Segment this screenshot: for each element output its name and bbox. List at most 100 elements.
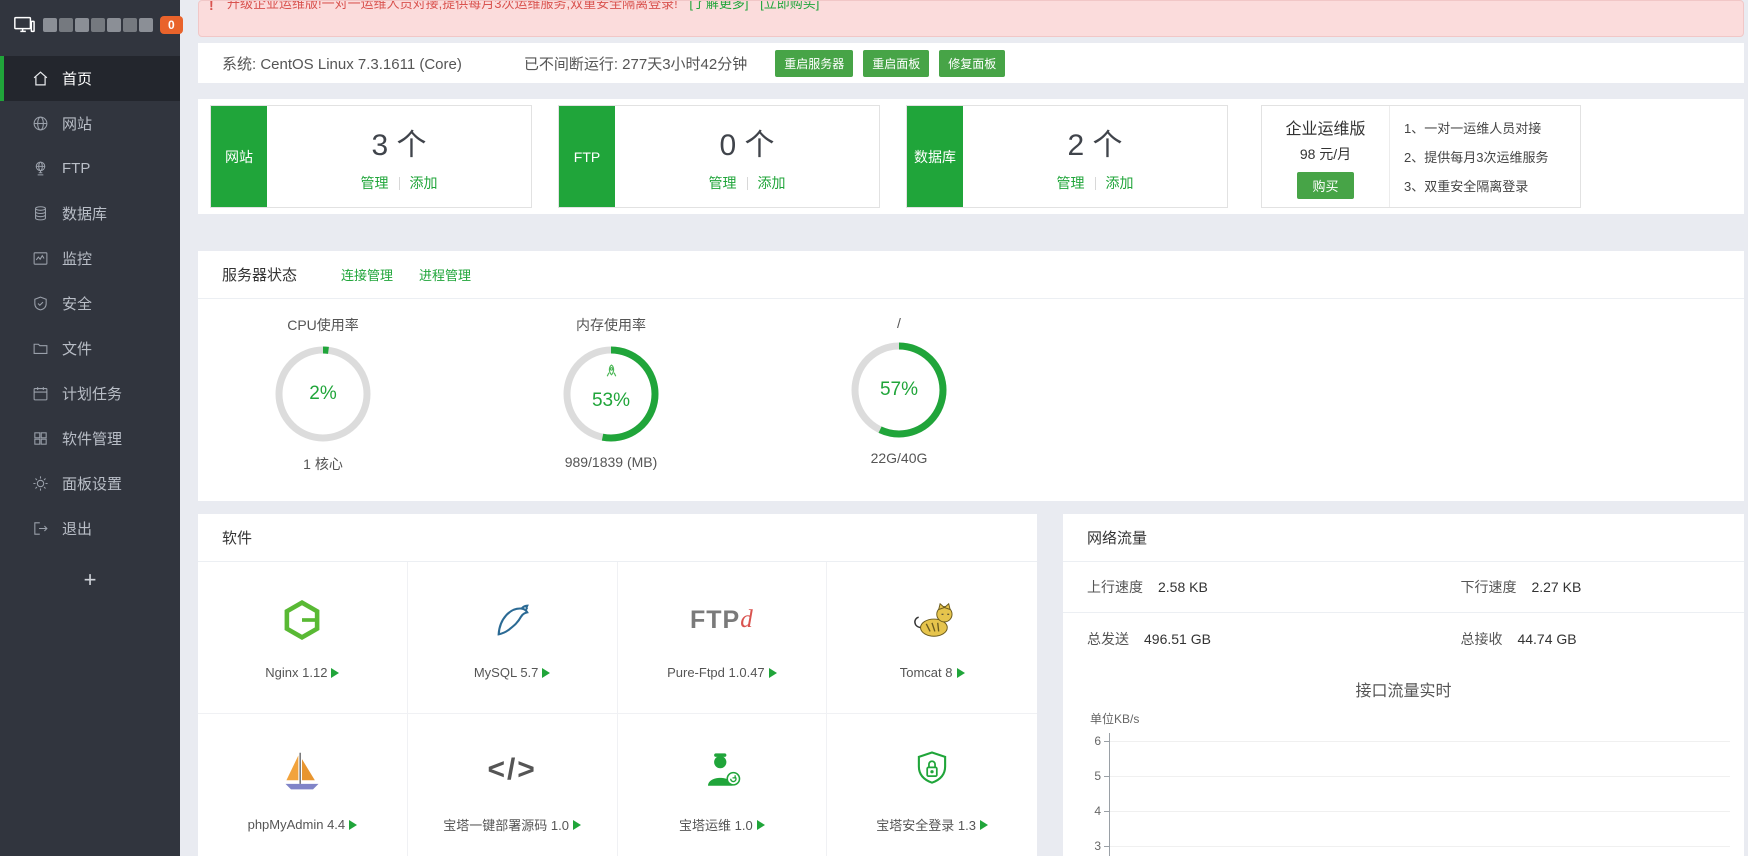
sidebar-item-logout[interactable]: 退出 (0, 506, 180, 551)
run-indicator-icon (542, 668, 550, 678)
sidebar-item-home[interactable]: 首页 (0, 56, 180, 101)
run-indicator-icon (349, 820, 357, 830)
promo-feature-2: 2、提供每月3次运维服务 (1404, 147, 1580, 166)
promo-price: 98 元/月 (1300, 144, 1351, 164)
sidebar-item-security[interactable]: 安全 (0, 281, 180, 326)
ops-person-icon (701, 745, 743, 795)
alert-learn-more-link[interactable]: [了解更多] (689, 0, 748, 11)
disk-usage-text: 22G/40G (871, 450, 928, 466)
sidebar-item-label: 数据库 (62, 203, 107, 224)
secure-login-icon (911, 745, 953, 795)
y-tick-3: 3 (1083, 839, 1101, 853)
sidebar-item-cron[interactable]: 计划任务 (0, 371, 180, 416)
software-item-phpmyadmin[interactable]: phpMyAdmin 4.4 (198, 714, 408, 856)
sites-add-link[interactable]: 添加 (410, 173, 438, 193)
software-item-name: MySQL 5.7 (474, 665, 539, 680)
pure-ftpd-icon: FTPd (690, 595, 754, 645)
total-received-label: 总接收 (1460, 629, 1502, 649)
restart-panel-button[interactable]: 重启面板 (863, 50, 929, 77)
buy-button[interactable]: 购买 (1297, 172, 1353, 199)
disk-percent-value: 57% (847, 338, 951, 442)
sidebar-item-database[interactable]: 数据库 (0, 191, 180, 236)
sidebar-item-label: 安全 (62, 293, 92, 314)
message-count-badge[interactable]: 0 (160, 16, 183, 34)
software-item-name: Nginx 1.12 (265, 665, 327, 680)
ftp-count: 0 个 (719, 120, 774, 164)
download-speed-value: 2.27 KB (1531, 579, 1581, 595)
total-sent-value: 496.51 GB (1144, 631, 1211, 647)
sidebar-item-sites[interactable]: 网站 (0, 101, 180, 146)
sidebar-item-appstore[interactable]: 软件管理 (0, 416, 180, 461)
ftp-add-link[interactable]: 添加 (758, 173, 786, 193)
upgrade-alert-bar: ! 升级企业运维版!一对一运维人员对接,提供每月3次运维服务,双重安全隔离登录!… (198, 0, 1744, 37)
system-version-text: 系统: CentOS Linux 7.3.1611 (Core) (222, 53, 462, 74)
gridline (1110, 811, 1730, 812)
database-manage-link[interactable]: 管理 (1057, 173, 1085, 193)
nginx-icon (280, 595, 324, 645)
restart-server-button[interactable]: 重启服务器 (775, 50, 853, 77)
disk-mount-label: / (897, 315, 901, 331)
memory-usage-text: 989/1839 (MB) (565, 454, 658, 470)
software-item-tomcat[interactable]: Tomcat 8 (827, 562, 1037, 714)
alert-text: 升级企业运维版!一对一运维人员对接,提供每月3次运维服务,双重安全隔离登录! [… (227, 0, 819, 12)
software-item-deploy-code[interactable]: </> 宝塔一键部署源码 1.0 (408, 714, 618, 856)
phpmyadmin-icon (280, 747, 324, 797)
database-count: 2 个 (1067, 120, 1122, 164)
sidebar-item-files[interactable]: 文件 (0, 326, 180, 371)
sites-manage-link[interactable]: 管理 (361, 173, 389, 193)
enterprise-promo-card: 企业运维版 98 元/月 购买 1、一对一运维人员对接 2、提供每月3次运维服务… (1261, 105, 1581, 208)
upload-speed-value: 2.58 KB (1158, 579, 1208, 595)
software-item-bt-ops[interactable]: 宝塔运维 1.0 (618, 714, 828, 856)
database-add-link[interactable]: 添加 (1106, 173, 1134, 193)
y-tick-5: 5 (1083, 769, 1101, 783)
sidebar-item-settings[interactable]: 面板设置 (0, 461, 180, 506)
shield-icon (32, 295, 49, 312)
process-manage-link[interactable]: 进程管理 (419, 265, 471, 284)
alert-exclamation-icon: ! (209, 0, 214, 13)
software-item-name: 宝塔运维 1.0 (679, 815, 753, 834)
software-item-nginx[interactable]: Nginx 1.12 (198, 562, 408, 714)
sidebar-item-ftp[interactable]: FTP (0, 146, 180, 191)
sidebar-item-label: 监控 (62, 248, 92, 269)
sidebar-item-label: 面板设置 (62, 473, 122, 494)
y-tickmark (1104, 741, 1109, 742)
monitor-icon (32, 250, 49, 267)
bt-panel-dashboard: 0 首页 网站 FTP 数据库 监控 (0, 0, 1748, 856)
run-indicator-icon (573, 820, 581, 830)
traffic-chart: 6 5 4 3 (1109, 733, 1730, 856)
y-tickmark (1104, 811, 1109, 812)
stat-cards-row: 网站 3 个 管理 添加 FTP 0 个 管理 (198, 99, 1744, 214)
upload-speed-label: 上行速度 (1087, 577, 1143, 597)
sidebar: 0 首页 网站 FTP 数据库 监控 (0, 0, 180, 856)
gear-icon (32, 475, 49, 492)
alert-message: 升级企业运维版!一对一运维人员对接,提供每月3次运维服务,双重安全隔离登录! (227, 0, 678, 11)
alert-buy-now-link[interactable]: [立即购买] (760, 0, 819, 11)
home-icon (32, 70, 49, 87)
software-item-mysql[interactable]: MySQL 5.7 (408, 562, 618, 714)
sidebar-item-label: 文件 (62, 338, 92, 359)
total-received-value: 44.74 GB (1517, 631, 1576, 647)
computer-icon (12, 14, 36, 36)
ftp-card-label: FTP (559, 106, 615, 207)
database-stat-card: 数据库 2 个 管理 添加 (906, 105, 1228, 208)
cpu-cores-text: 1 核心 (303, 454, 343, 474)
run-indicator-icon (980, 820, 988, 830)
total-sent-label: 总发送 (1087, 629, 1129, 649)
tomcat-icon (909, 595, 955, 645)
software-item-secure-login[interactable]: 宝塔安全登录 1.3 (827, 714, 1037, 856)
software-item-name: Pure-Ftpd 1.0.47 (667, 665, 765, 680)
sidebar-add-button[interactable]: + (0, 567, 180, 593)
download-speed-label: 下行速度 (1460, 577, 1516, 597)
database-icon (32, 205, 49, 222)
disk-gauge: / 57% 22G/40G (799, 299, 999, 474)
sidebar-item-monitor[interactable]: 监控 (0, 236, 180, 281)
ftp-manage-link[interactable]: 管理 (709, 173, 737, 193)
logo-area: 0 (0, 0, 180, 50)
promo-title: 企业运维版 (1285, 115, 1365, 139)
repair-panel-button[interactable]: 修复面板 (939, 50, 1005, 77)
connections-manage-link[interactable]: 连接管理 (341, 265, 393, 284)
uptime-text: 已不间断运行: 277天3小时42分钟 (524, 53, 747, 74)
software-item-pure-ftpd[interactable]: FTPd Pure-Ftpd 1.0.47 (618, 562, 828, 714)
sidebar-item-label: 计划任务 (62, 383, 122, 404)
y-tickmark (1104, 776, 1109, 777)
